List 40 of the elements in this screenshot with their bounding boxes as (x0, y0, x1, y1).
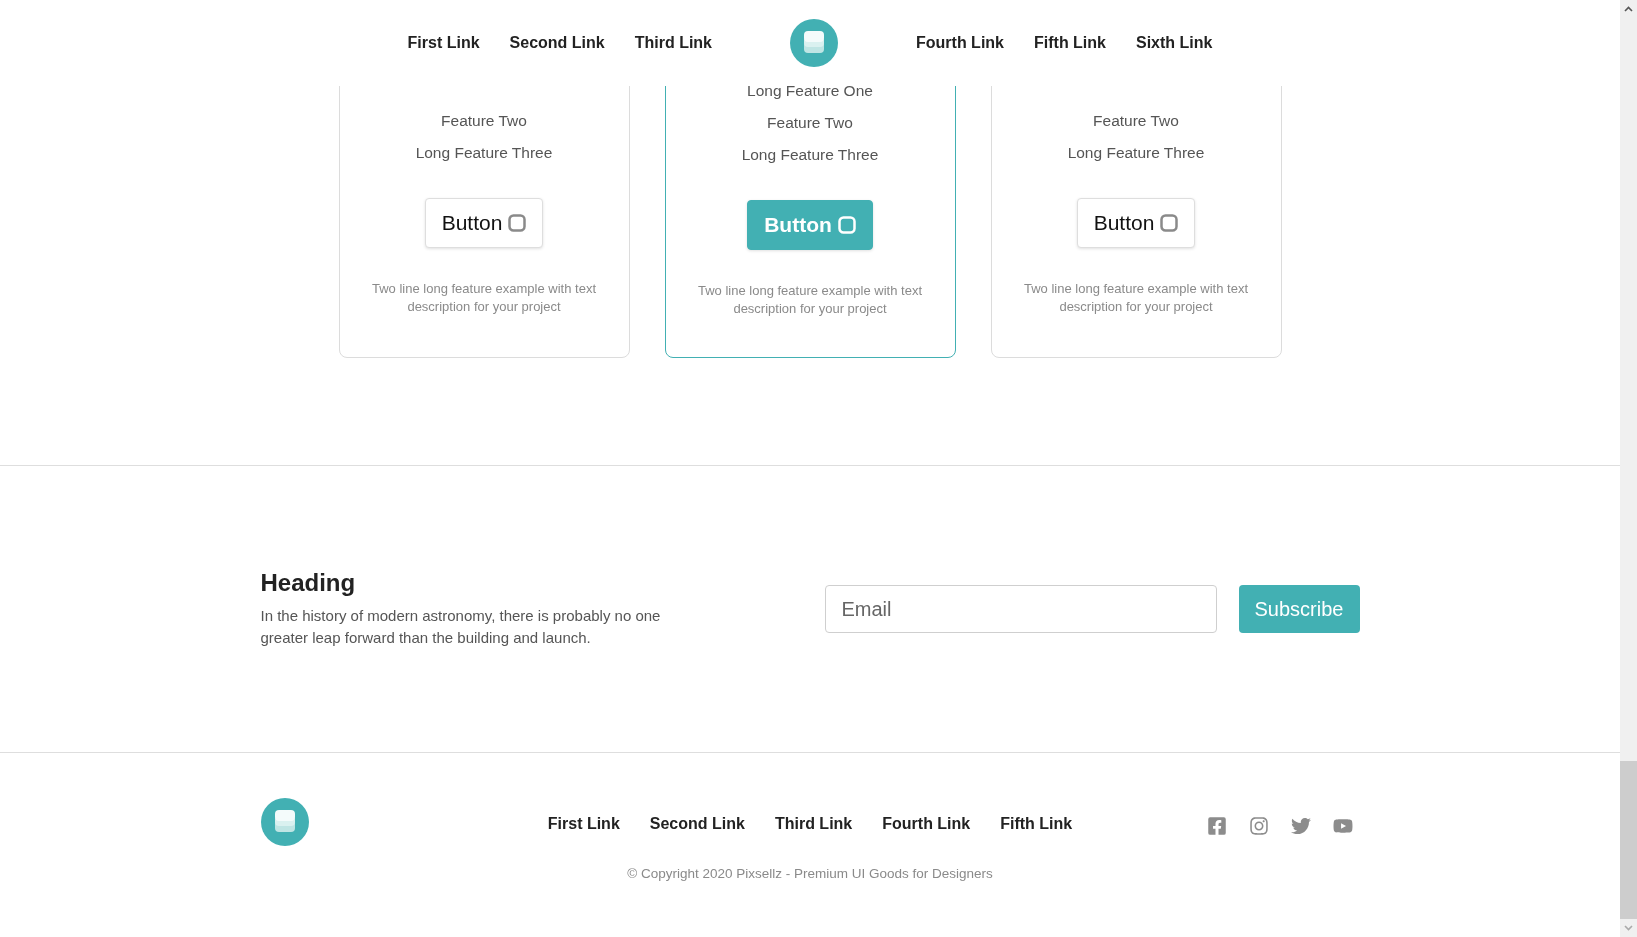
feature-description: Two line long feature example with text description for your project (1023, 280, 1249, 316)
facebook-icon[interactable] (1206, 816, 1227, 836)
square-icon (1160, 214, 1179, 232)
footer-link[interactable]: Third Link (774, 815, 853, 833)
feature-text: Feature Two (441, 111, 527, 131)
plan-button[interactable]: Button (1076, 198, 1196, 248)
feature-text: Feature Two (1093, 111, 1179, 131)
scroll-up-icon[interactable] (1624, 6, 1633, 12)
feature-text: Long Feature Three (415, 143, 553, 163)
feature-text: Long Feature Three (741, 145, 879, 165)
square-icon (837, 216, 856, 234)
footer-link[interactable]: Fifth Link (1000, 815, 1073, 833)
footer-link[interactable]: First Link (547, 815, 620, 833)
nav-link[interactable]: Second Link (509, 34, 605, 52)
feature-description: Two line long feature example with text description for your project (371, 280, 597, 316)
nav-link[interactable]: Third Link (634, 34, 712, 52)
plan-button[interactable]: Button (424, 198, 544, 248)
scrollbar-thumb[interactable] (1620, 761, 1637, 919)
feature-text: Long Feature One (747, 86, 873, 101)
feature-description: Two line long feature example with text description for your project (697, 282, 923, 318)
section-text: In the history of modern astronomy, there is probably no one greater leap forward than the building and launch. (260, 606, 662, 648)
nav-link[interactable]: First Link (407, 34, 480, 52)
logo-icon[interactable] (260, 798, 309, 846)
nav-link[interactable]: Fourth Link (916, 34, 1004, 52)
scrollbar[interactable] (1620, 0, 1637, 937)
copyright-text: © Copyright 2020 Pixsellz - Premium UI Goods for Designers (627, 866, 993, 881)
nav-link[interactable]: Fifth Link (1034, 34, 1106, 52)
section-heading: Heading (260, 569, 357, 597)
logo-icon[interactable] (790, 19, 838, 67)
twitter-icon[interactable] (1290, 816, 1311, 836)
footer-link[interactable]: Fourth Link (882, 815, 971, 833)
footer-link[interactable]: Second Link (649, 815, 745, 833)
scroll-down-icon[interactable] (1624, 925, 1633, 931)
feature-text: Long Feature Three (1067, 143, 1205, 163)
youtube-icon[interactable] (1332, 816, 1353, 836)
nav-link[interactable]: Sixth Link (1136, 34, 1213, 52)
email-field[interactable]: Email (824, 585, 1217, 633)
feature-text: Feature Two (767, 113, 853, 133)
square-icon (508, 214, 527, 232)
instagram-icon[interactable] (1248, 816, 1269, 836)
